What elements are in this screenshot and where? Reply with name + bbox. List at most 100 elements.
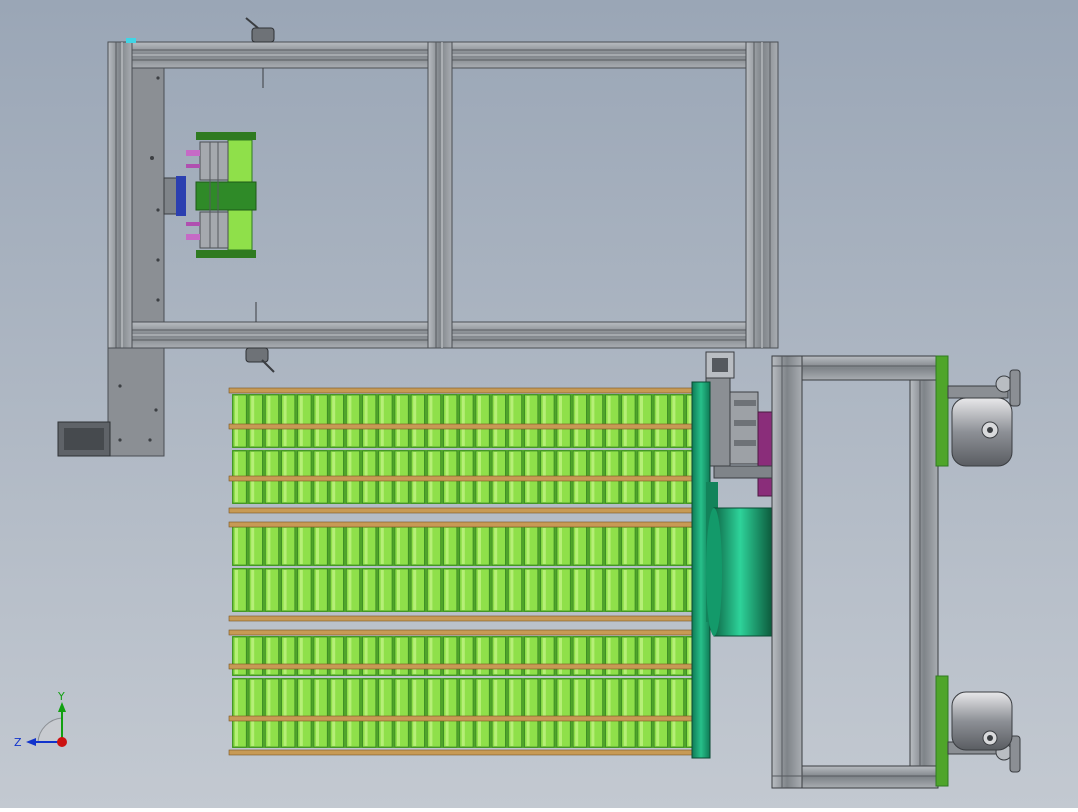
battery-cell-highlight [542,570,546,610]
battery-cell [362,568,377,612]
battery-cell [427,526,441,566]
battery-cell-highlight [478,528,481,564]
battery-cell-highlight [623,396,627,446]
battery-cell-magazine [228,387,701,756]
battery-cell [329,678,344,748]
battery-cell-highlight [591,396,595,446]
battery-cell-highlight [672,570,676,610]
battery-cell-highlight [623,680,627,746]
battery-cell [329,568,344,612]
battery-cell [475,678,490,748]
battery-cell [346,394,360,448]
battery-cell [589,568,603,612]
battery-cell-highlight [429,570,433,610]
battery-cell-highlight [251,396,255,446]
battery-cell-highlight [688,528,692,564]
battery-cell-highlight [461,528,465,564]
battery-cell-highlight [494,680,498,746]
battery-cell [378,568,393,612]
battery-cell [572,394,587,448]
battery-cell [491,568,506,612]
battery-cell [540,526,555,566]
battery-cell [394,394,409,448]
battery-cell-highlight [445,396,449,446]
battery-cell [443,568,458,612]
battery-cell-highlight [445,570,449,610]
battery-cell [621,678,636,748]
battery-cell-highlight [251,570,255,610]
battery-cell [297,526,312,566]
battery-cell-highlight [672,396,676,446]
battery-cell [362,678,377,748]
left-mounting-plate [131,67,165,323]
axis-y-label: Y [57,690,65,703]
battery-cell-highlight [640,680,643,746]
battery-cell-highlight [348,396,352,446]
battery-cell-highlight [478,396,481,446]
battery-cell-highlight [332,528,336,564]
battery-cell-highlight [267,528,271,564]
battery-cell-highlight [526,528,530,564]
battery-cell [410,526,425,566]
copper-guide-rod [228,615,698,622]
battery-cell [475,568,490,612]
battery-cell-highlight [413,570,417,610]
battery-cell-highlight [640,396,643,446]
battery-cell-highlight [332,396,336,446]
copper-guide-rod [228,663,698,670]
battery-cell-highlight [542,528,546,564]
axis-origin [57,737,67,747]
battery-cell [427,394,441,448]
battery-cell [524,568,539,612]
battery-cell-highlight [510,396,514,446]
battery-cell-highlight [559,396,562,446]
battery-cell [378,394,393,448]
battery-cell [346,526,360,566]
copper-guide-rod [228,629,698,636]
battery-cell-highlight [267,570,271,610]
battery-cell-highlight [316,570,319,610]
battery-cell [297,678,312,748]
battery-cell [378,678,393,748]
battery-cell [443,394,458,448]
battery-cell-highlight [283,528,287,564]
battery-cell [605,568,620,612]
battery-cell [248,394,263,448]
battery-cell [653,526,668,566]
battery-cell [572,568,587,612]
battery-cell [637,526,652,566]
battery-cell [540,568,555,612]
battery-cell-highlight [380,396,384,446]
battery-cell [443,678,458,748]
battery-cell-highlight [348,570,352,610]
battery-cell [556,678,571,748]
battery-cell [281,678,296,748]
battery-cell-highlight [623,570,627,610]
battery-cell-highlight [332,570,336,610]
battery-cell-highlight [283,570,287,610]
battery-cell [394,678,409,748]
battery-cell-highlight [316,680,319,746]
battery-cell-highlight [332,680,336,746]
battery-cell-highlight [478,570,481,610]
battery-cell-highlight [494,528,498,564]
battery-cell [248,568,263,612]
battery-cell [670,678,684,748]
copper-guide-rod [228,507,698,514]
battery-cell-highlight [397,570,400,610]
battery-cell [394,568,409,612]
battery-cell-highlight [348,680,352,746]
battery-cell [313,568,328,612]
battery-cell-highlight [348,528,352,564]
battery-cell-highlight [688,680,692,746]
battery-cell [232,678,247,748]
battery-cell-highlight [445,528,449,564]
battery-cell-highlight [283,396,287,446]
cad-viewport[interactable]: Y Z [0,0,1078,808]
battery-cell [362,394,377,448]
battery-cell [508,394,522,448]
battery-cell-highlight [656,396,660,446]
battery-cell-highlight [656,528,660,564]
battery-cell-highlight [380,570,384,610]
battery-cell [346,678,360,748]
